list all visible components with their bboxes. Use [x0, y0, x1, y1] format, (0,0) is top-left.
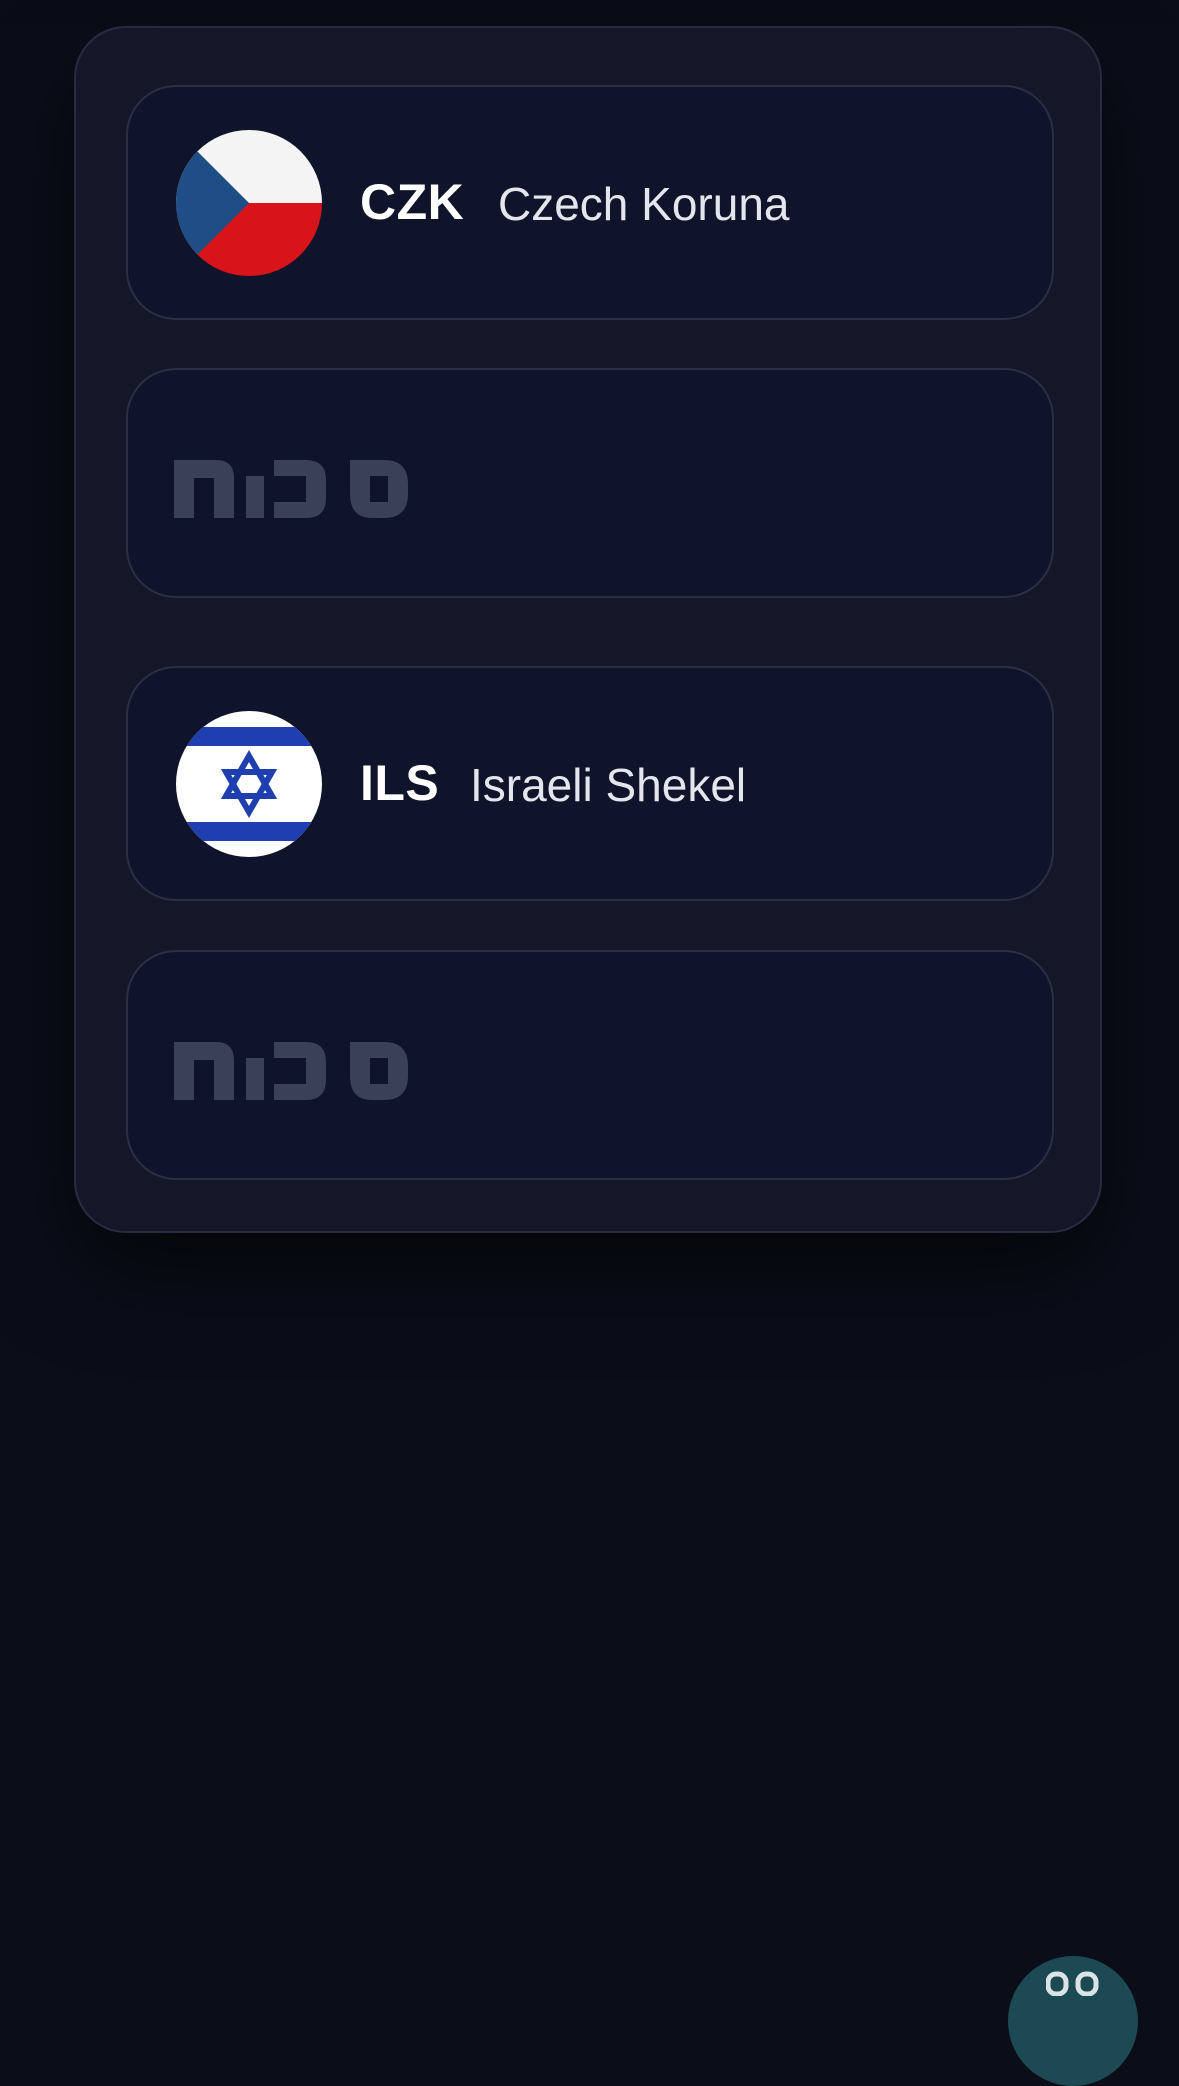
chat-icon [1046, 1971, 1099, 1996]
currency-code: ILS [360, 755, 440, 811]
currency-item-czk[interactable]: CZK Czech Koruna [126, 85, 1054, 320]
chat-fab-button[interactable] [1008, 1956, 1138, 2086]
ad-placeholder-card[interactable] [126, 950, 1054, 1180]
ad-placeholder-card[interactable] [126, 368, 1054, 598]
currency-name: Czech Koruna [498, 178, 790, 230]
currency-name: Israeli Shekel [470, 759, 747, 811]
israel-flag-icon [176, 711, 322, 857]
sponsor-logo-icon [174, 460, 408, 518]
czech-flag-icon [176, 130, 322, 276]
sponsor-logo-icon [174, 1042, 408, 1100]
currency-code: CZK [360, 174, 465, 230]
currency-item-ils[interactable]: ILS Israeli Shekel [126, 666, 1054, 901]
currency-list-panel: CZK Czech Koruna ILS Israeli Shekel [74, 26, 1102, 1233]
